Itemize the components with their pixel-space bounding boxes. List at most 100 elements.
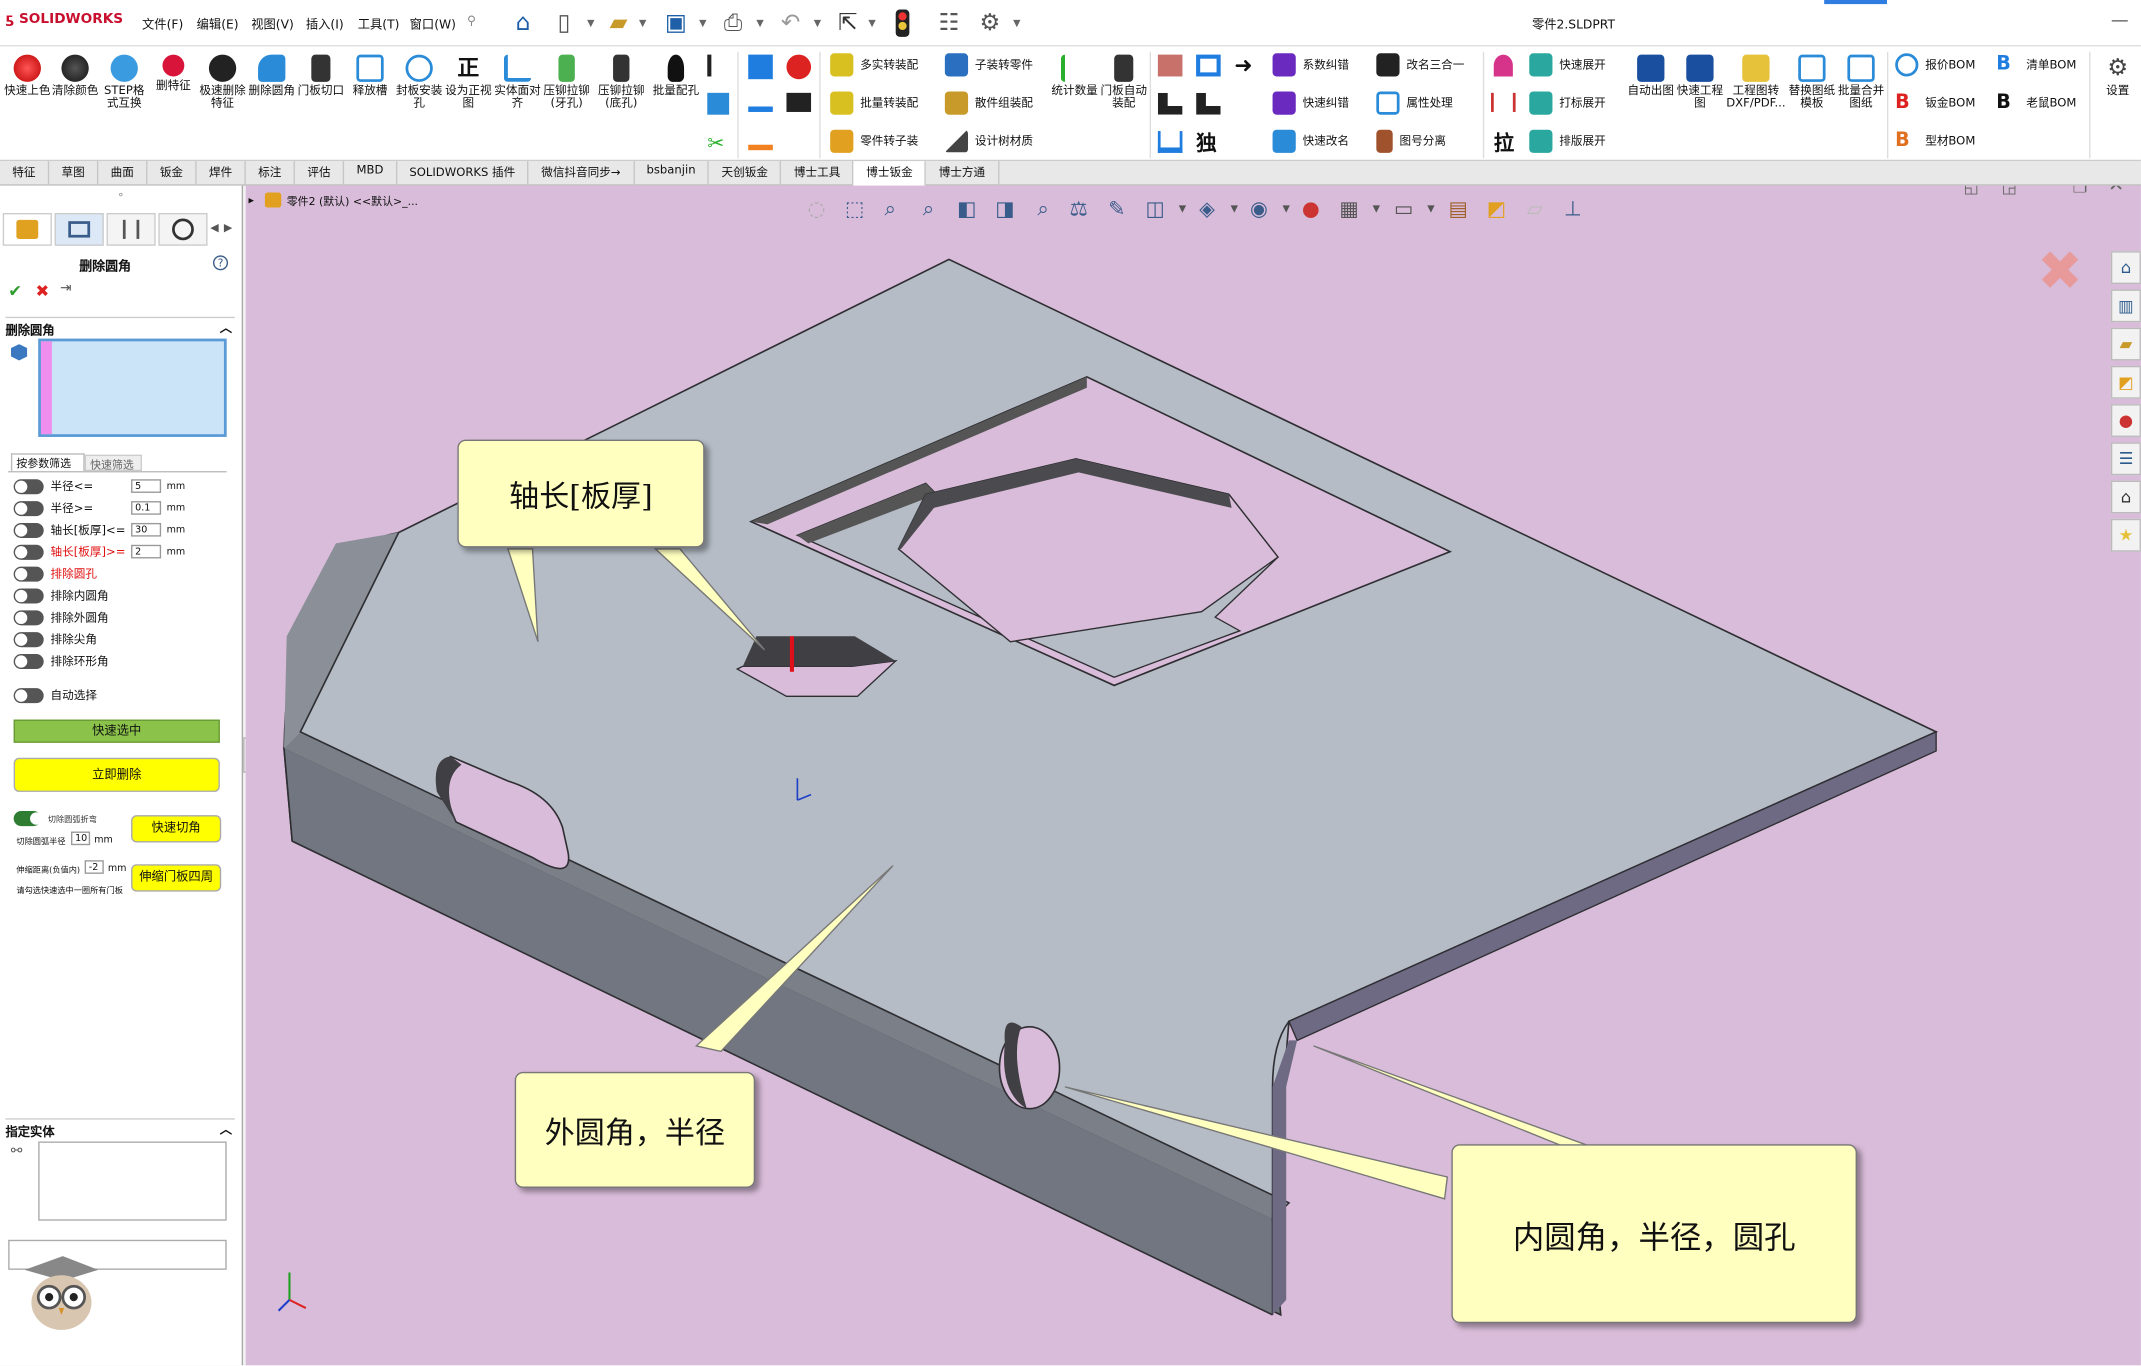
ribbon-rivet-thread-button[interactable]: 压铆拉铆(牙孔) — [543, 54, 590, 111]
ribbon-sheetmetal-bom-button[interactable]: B 钣金BOM — [1895, 87, 1975, 117]
ribbon-batch-hole-button[interactable]: 批量配孔 — [653, 54, 699, 99]
ribbon-drawing-to-dxf-button[interactable]: 工程图转DXF/PDF... — [1726, 54, 1786, 111]
tab-9[interactable]: 微信抖音同步→ — [529, 161, 635, 186]
help-icon[interactable]: ? — [213, 255, 229, 271]
ribbon-fast-delete-feature-button[interactable]: 极速删除特征 — [199, 54, 246, 111]
print-dropdown-icon[interactable]: ▼ — [756, 18, 763, 29]
ribbon-relief-slot-button[interactable]: 释放槽 — [347, 54, 393, 99]
ribbon-rename-three-in-one-button[interactable]: 改名三合一 — [1376, 49, 1464, 79]
ribbon-step-convert-button[interactable]: STEP格式互换 — [101, 54, 147, 111]
undo-dropdown-icon[interactable]: ▼ — [814, 18, 821, 29]
tab-0[interactable]: 特征 — [0, 161, 50, 186]
tab-4[interactable]: 焊件 — [197, 161, 246, 186]
tab-5[interactable]: 标注 — [246, 161, 296, 186]
undo-icon[interactable]: ↶ — [776, 8, 806, 38]
ribbon-door-auto-assembly-button[interactable]: 门板自动装配 — [1101, 54, 1147, 111]
menu-insert[interactable]: 插入(I) — [306, 15, 344, 33]
open-dropdown-icon[interactable]: ▼ — [639, 18, 646, 29]
filter-toggle[interactable] — [13, 522, 44, 538]
filter-value-input[interactable]: 2 — [131, 544, 162, 559]
save-icon[interactable]: ▣ — [661, 8, 691, 38]
ribbon-property-process-button[interactable]: 属性处理 — [1376, 87, 1453, 117]
ribbon-auto-drawing-button[interactable]: 自动出图 — [1628, 54, 1674, 99]
filter-toggle[interactable] — [13, 544, 44, 560]
ribbon-profile-bom-button[interactable]: B 型材BOM — [1895, 126, 1975, 156]
tab-8[interactable]: SOLIDWORKS 插件 — [397, 161, 529, 186]
tab-2[interactable]: 曲面 — [98, 161, 148, 186]
menu-edit[interactable]: 编辑(E) — [197, 15, 239, 33]
feature-tree-tab[interactable] — [2, 213, 52, 246]
right-flange-thickness[interactable] — [1272, 1040, 1298, 1315]
grid-icon[interactable] — [707, 92, 730, 115]
filter-toggle[interactable] — [13, 565, 44, 581]
quick-select-button[interactable]: 快速选中 — [13, 719, 220, 743]
dimxpert-tab[interactable] — [158, 213, 208, 246]
options-gear-icon[interactable]: ⚙ — [975, 8, 1005, 38]
filter-option-1[interactable]: 半径>= — [13, 498, 93, 517]
ribbon-tree-material-button[interactable]: 设计树材质 — [944, 126, 1033, 156]
unique-glyph-icon[interactable]: 独 — [1196, 128, 1217, 157]
blue-base-icon[interactable] — [748, 93, 773, 112]
filter-toggle[interactable] — [13, 478, 44, 494]
ribbon-nest-unfold-button[interactable]: 排版展开 — [1529, 126, 1606, 156]
arrow-right-icon[interactable]: ➜ — [1234, 52, 1252, 78]
tab-7[interactable]: MBD — [344, 161, 398, 186]
pushpin-icon[interactable]: ⇥ — [60, 281, 71, 296]
ribbon-quick-check-button[interactable]: 快速纠错 — [1272, 87, 1349, 117]
red-blocks-icon[interactable] — [1157, 54, 1183, 77]
filter-value-input[interactable]: 5 — [131, 479, 162, 493]
cut-arc-toggle[interactable] — [13, 811, 43, 827]
menu-window[interactable]: 窗口(W) — [410, 15, 456, 33]
ribbon-settings-button[interactable]: ⚙ 设置 — [2095, 55, 2141, 99]
ribbon-batch-to-assembly-button[interactable]: 批量转装配 — [830, 87, 918, 117]
tab-6[interactable]: 评估 — [295, 161, 345, 186]
property-manager-tab[interactable] — [54, 213, 104, 246]
graphics-viewport[interactable]: ▸ 零件2 (默认) <<默认>_... ◌ ⬚ ⌕ ⌕ ◧ ◨ ⌕ ⚖ ✎ ◫… — [245, 185, 2141, 1366]
ribbon-multibody-to-assembly-button[interactable]: 多实转装配 — [830, 49, 918, 79]
new-document-icon[interactable]: ▯ — [549, 8, 579, 38]
ribbon-delete-fillet-button[interactable]: 删除圆角 — [249, 54, 295, 99]
menu-file[interactable]: 文件(F) — [142, 15, 183, 33]
ribbon-subassembly-to-part-button[interactable]: 子装转零件 — [944, 49, 1033, 79]
pull-glyph-icon[interactable]: 拉 — [1494, 128, 1515, 157]
subtab-param-filter[interactable]: 按参数筛选 — [10, 453, 85, 472]
ribbon-mark-unfold-button[interactable]: 打标展开 — [1529, 87, 1606, 117]
pin-red-icon[interactable] — [1493, 54, 1513, 77]
collapse-chevron-icon[interactable]: ︿ — [220, 318, 232, 336]
ribbon-door-cut-button[interactable]: 门板切口 — [298, 54, 344, 99]
ribbon-delete-feature-button[interactable]: 删特征 — [150, 54, 196, 93]
filter-option-7[interactable]: 排除尖角 — [13, 629, 97, 648]
filter-option-4[interactable]: 排除圆孔 — [13, 564, 97, 583]
filter-option-5[interactable]: 排除内圆角 — [13, 586, 109, 605]
scissors-icon[interactable]: ✂ — [707, 131, 724, 156]
filter-option-8[interactable]: 排除环形角 — [13, 651, 109, 670]
ribbon-quick-color-button[interactable]: 快速上色 — [4, 54, 51, 99]
filter-toggle[interactable] — [13, 500, 44, 516]
ribbon-part-to-subassembly-button[interactable]: 零件转子装 — [830, 126, 918, 156]
ribbon-quick-unfold-button[interactable]: 快速展开 — [1529, 49, 1606, 79]
auto-select-option[interactable]: 自动选择 — [13, 685, 97, 704]
ribbon-cover-hole-button[interactable]: 封板安装孔 — [396, 54, 442, 111]
tab-13[interactable]: 博士钣金 — [854, 161, 927, 186]
filter-value-input[interactable]: 0.1 — [131, 501, 162, 515]
panel-grip-icon[interactable]: ∘ — [117, 188, 124, 200]
stretch-door-edges-button[interactable]: 伸缩门板四周 — [131, 864, 222, 892]
ribbon-parts-to-assembly-button[interactable]: 散件组装配 — [944, 87, 1033, 117]
auto-select-toggle[interactable] — [13, 687, 44, 703]
panel-scroll-left-icon[interactable]: ◀ — [210, 221, 218, 233]
quick-cut-corner-button[interactable]: 快速切角 — [131, 815, 222, 843]
print-icon[interactable]: ⎙ — [718, 8, 748, 38]
solidworks-logo[interactable]: ƽ SOLIDWORKS — [5, 12, 123, 27]
subtab-quick-filter[interactable]: 快速筛选 — [84, 454, 143, 472]
ribbon-rivet-base-button[interactable]: 压铆拉铆(底孔) — [598, 54, 644, 111]
ribbon-mouse-bom-button[interactable]: B 老鼠BOM — [1996, 87, 2076, 117]
filter-value-input[interactable]: 30 — [131, 522, 162, 537]
tab-10[interactable]: bsbanjin — [634, 161, 710, 186]
tray-icon[interactable] — [1157, 131, 1183, 153]
configuration-tab[interactable] — [106, 213, 156, 246]
ribbon-quick-drawing-button[interactable]: 快速工程图 — [1677, 54, 1723, 111]
orange-base-icon[interactable] — [748, 131, 773, 151]
filter-toggle[interactable] — [13, 609, 44, 625]
specify-body-box[interactable] — [38, 1141, 227, 1221]
collapse-chevron-icon[interactable]: ︿ — [220, 1120, 232, 1138]
